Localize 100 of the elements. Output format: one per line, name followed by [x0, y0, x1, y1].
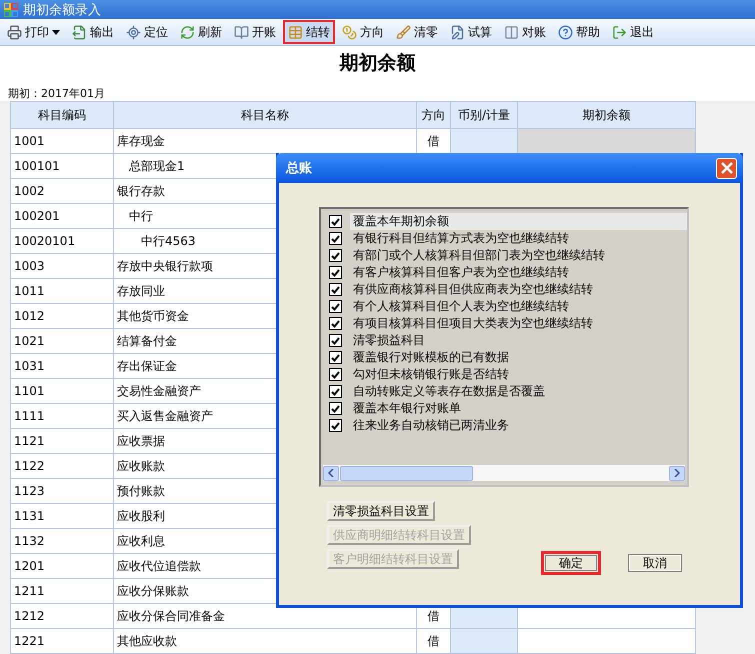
option-label[interactable]: 勾对但未核销银行账是否结转 [350, 366, 687, 383]
table-cell: 100201 [10, 204, 114, 229]
table-cell: 1212 [10, 604, 114, 629]
edit-icon [450, 24, 465, 40]
table-cell: 1121 [10, 428, 114, 454]
checkbox[interactable] [329, 385, 342, 398]
table-cell: 预付账款 [117, 484, 165, 498]
table-cell: 1201 [10, 554, 114, 579]
table-cell: 1002 [10, 178, 114, 204]
option-label[interactable]: 有银行科目但结算方式表为空也继续结转 [350, 230, 687, 247]
exit-icon [612, 24, 627, 40]
toolbar-button[interactable]: 输出 [67, 20, 119, 44]
table-cell: 应收股利 [117, 508, 165, 523]
book-icon [234, 24, 249, 40]
option-label[interactable]: 覆盖银行对账模板的已有数据 [350, 349, 687, 366]
toolbar-button[interactable]: 清零 [391, 20, 443, 44]
window-title: 期初余额录入 [23, 2, 101, 19]
checkbox[interactable] [329, 215, 342, 228]
close-button[interactable] [716, 158, 737, 178]
table-cell: 借 [428, 608, 440, 623]
table-cell: 1211 [10, 578, 114, 604]
toolbar-button[interactable]: 开账 [229, 20, 281, 44]
refresh-icon [180, 24, 195, 40]
table-cell: 存放同业 [117, 284, 165, 298]
toolbar-button[interactable]: 退出 [607, 20, 659, 44]
option-label[interactable]: 覆盖本年期初余额 [350, 213, 687, 230]
table-cell: 库存现金 [117, 134, 165, 148]
table-cell: 1012 [10, 304, 114, 329]
table-cell: 1221 [10, 628, 114, 654]
chevron-right-icon [674, 469, 680, 477]
ok-button[interactable]: 确定 [541, 551, 601, 575]
settings-button[interactable]: 清零损益科目设置 [327, 501, 435, 521]
table-cell: 应收代位追偿款 [117, 558, 201, 573]
table-cell: 1101 [10, 378, 114, 404]
checkbox[interactable] [329, 334, 342, 347]
option-label[interactable]: 有供应商核算科目但供应商表为空也继续结转 [350, 281, 687, 298]
toolbar-button[interactable]: 方向 [337, 20, 389, 44]
option-label[interactable]: 清零损益科目 [350, 332, 687, 349]
table-cell: 买入返售金融资产 [117, 408, 213, 423]
table-cell: 借 [428, 134, 440, 148]
table-cell: 其他应收款 [117, 634, 177, 648]
close-icon [720, 162, 732, 174]
export-icon [72, 24, 87, 40]
horizontal-scrollbar[interactable] [323, 465, 685, 481]
table-cell: 10020101 [10, 228, 114, 254]
table-cell: 1111 [10, 404, 114, 429]
table-cell: 借 [428, 634, 440, 648]
toolbar-button[interactable]: 刷新 [175, 20, 227, 44]
toolbar-button[interactable]: 试算 [445, 20, 497, 44]
table-cell: 银行存款 [117, 184, 165, 198]
dialog-title: 总账 [286, 160, 312, 177]
option-label[interactable]: 往来业务自动核销已两清业务 [350, 417, 687, 434]
app-logo-icon [4, 2, 18, 17]
table-cell: 结算备付金 [117, 334, 177, 348]
broom-icon [396, 24, 411, 40]
toolbar-button[interactable]: 结转 [283, 20, 335, 44]
table-cell: 应收利息 [117, 534, 165, 548]
option-label[interactable]: 覆盖本年银行对账单 [350, 400, 687, 417]
table-cell-text: 中行4563 [140, 234, 196, 248]
checkbox[interactable] [329, 249, 342, 262]
checkbox[interactable] [329, 266, 342, 279]
checkbox[interactable] [329, 283, 342, 296]
table-cell: 存出保证金 [117, 358, 177, 373]
table-cell: 存放中央银行款项 [117, 258, 213, 273]
printer-icon [7, 24, 22, 40]
table-cell-text: 总部现金1 [128, 158, 185, 173]
option-label[interactable]: 有个人核算科目但个人表为空也继续结转 [350, 298, 687, 315]
coins-icon [342, 24, 357, 40]
cancel-button[interactable]: 取消 [625, 551, 685, 575]
option-label[interactable]: 有客户核算科目但客户表为空也继续结转 [350, 264, 687, 281]
table-cell-text: 中行 [128, 208, 153, 223]
report-title: 期初余额 [340, 50, 416, 76]
table-cell: 1001 [10, 128, 114, 154]
table-cell: 其他货币资金 [117, 308, 189, 323]
checkbox[interactable] [329, 419, 342, 432]
toolbar-button[interactable]: 打印 [2, 20, 65, 44]
table-cell: 1123 [10, 478, 114, 504]
option-label[interactable]: 有部门或个人核算科目但部门表为空也继续结转 [350, 247, 687, 264]
column-header: 科目名称 [114, 102, 416, 129]
columns-icon [504, 24, 519, 40]
column-header: 期初余额 [518, 102, 696, 129]
column-header: 科目编码 [10, 102, 114, 129]
locate-icon [126, 24, 141, 40]
option-label[interactable]: 自动转账定义等表存在数据是否覆盖 [350, 383, 687, 400]
table-cell: 1131 [10, 504, 114, 529]
table-cell: 交易性金融资产 [117, 384, 201, 398]
toolbar-button[interactable]: 帮助 [553, 20, 605, 44]
checkbox[interactable] [329, 300, 342, 313]
toolbar-button[interactable]: 对账 [499, 20, 551, 44]
table-icon [288, 24, 303, 40]
table-cell: 1031 [10, 354, 114, 379]
toolbar-button[interactable]: 定位 [121, 20, 173, 44]
period-label: 期初：2017年01月 [8, 86, 106, 101]
help-icon [558, 24, 573, 40]
checkbox[interactable] [329, 402, 342, 415]
checkbox[interactable] [329, 351, 342, 364]
checkbox[interactable] [329, 317, 342, 330]
option-label[interactable]: 有项目核算科目但项目大类表为空也继续结转 [350, 315, 687, 332]
checkbox[interactable] [329, 232, 342, 245]
checkbox[interactable] [329, 368, 342, 381]
